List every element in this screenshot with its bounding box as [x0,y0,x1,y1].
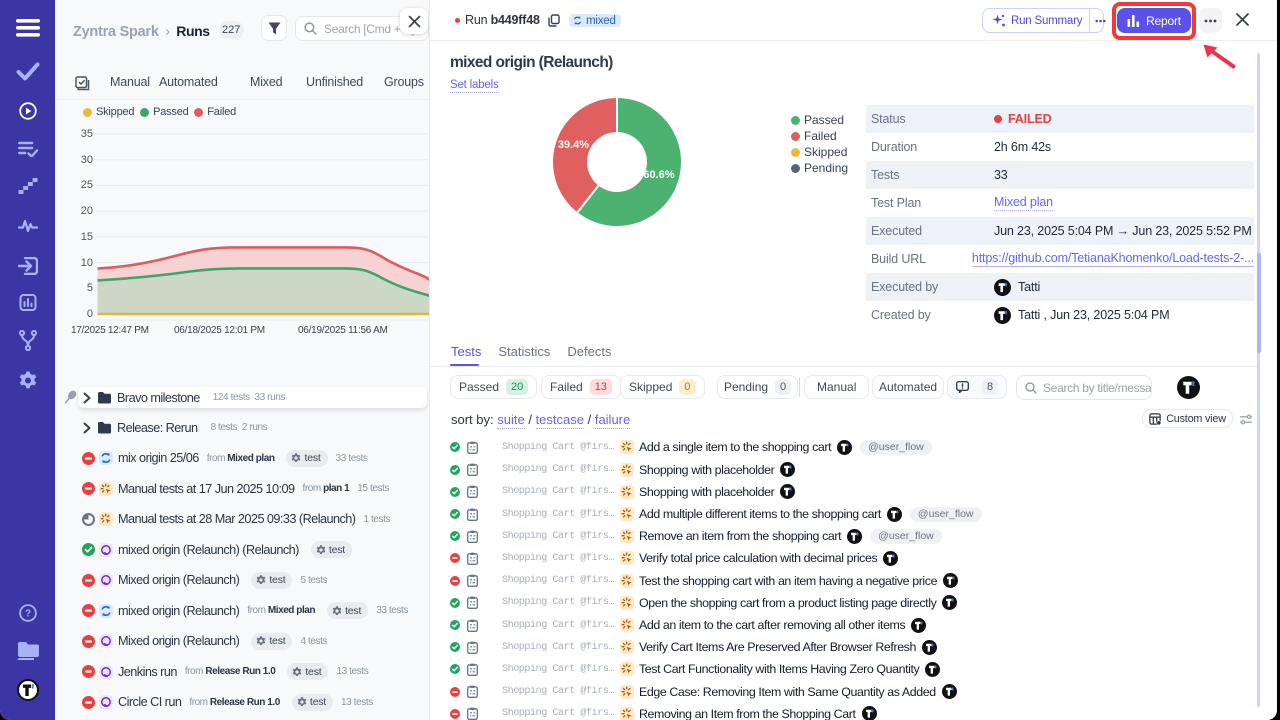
svg-text:?: ? [24,609,30,620]
svg-text:60.6%: 60.6% [643,169,674,181]
svg-text:39.4%: 39.4% [558,139,589,151]
